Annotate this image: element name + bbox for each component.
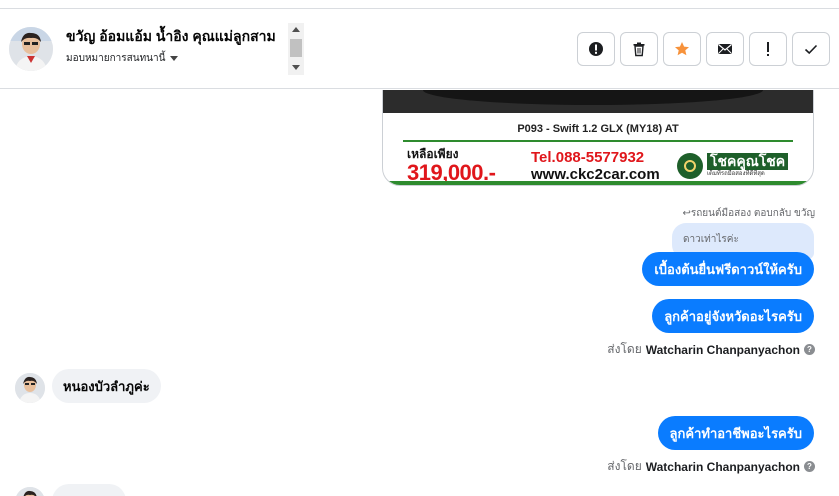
assign-conversation-dropdown[interactable]: มอบหมายการสนทนานี้ — [66, 51, 304, 66]
ad-image-attachment[interactable]: P093 - Swift 1.2 GLX (MY18) AT เหลือเพีย… — [382, 90, 814, 186]
follow-up-button[interactable] — [749, 32, 787, 66]
ad-logo: โชคคูณโชค เต็มที่รถมือสองที่ดีที่สุด — [677, 151, 789, 181]
scroll-down-arrow-icon[interactable] — [292, 65, 300, 70]
incoming-message[interactable]: หนองบัวลำภูค่ะ — [52, 369, 161, 403]
ad-brand-name: โชคคูณโชค — [707, 153, 789, 170]
contact-avatar[interactable] — [9, 27, 53, 71]
sent-by-label: ส่งโดย — [607, 342, 642, 356]
message-thread[interactable]: P093 - Swift 1.2 GLX (MY18) AT เหลือเพีย… — [0, 90, 839, 496]
ad-model-text: P093 - Swift 1.2 GLX (MY18) AT — [517, 123, 679, 135]
check-icon — [804, 44, 818, 55]
contact-avatar-small[interactable] — [15, 487, 45, 496]
spam-button[interactable] — [577, 32, 615, 66]
reply-context: ↩รถยนต์มือสอง ตอบกลับ ขวัญ — [682, 206, 815, 221]
agent-name[interactable]: Watcharin Chanpanyachon — [646, 460, 800, 474]
star-icon — [675, 42, 689, 56]
sent-by-line: ส่งโดย Watcharin Chanpanyachon ? — [607, 457, 815, 476]
header-actions — [577, 32, 830, 66]
caret-down-icon — [170, 56, 179, 61]
incoming-message-partial[interactable] — [52, 484, 126, 496]
alert-circle-icon — [589, 42, 603, 56]
ad-bottom-bar — [383, 181, 813, 185]
assign-label: มอบหมายการสนทนานี้ — [66, 53, 166, 64]
ad-divider — [403, 140, 793, 142]
ad-tagline: เต็มที่รถมือสองที่ดีที่สุด — [707, 171, 765, 177]
reply-context-label: รถยนต์มือสอง ตอบกลับ ขวัญ — [690, 208, 815, 219]
name-scrollbar[interactable] — [288, 23, 304, 75]
exclamation-icon — [767, 42, 769, 56]
envelope-icon — [718, 44, 732, 54]
mark-done-button[interactable] — [792, 32, 830, 66]
scroll-thumb[interactable] — [290, 39, 302, 57]
car-photo — [383, 90, 813, 113]
contact-info: ขวัญ อ้อมแอ้ม น้ำอิง คุณแม่ลูกสาม มอบหมา… — [66, 23, 304, 75]
ad-remain-label: เหลือเพียง — [407, 147, 459, 161]
mark-unread-button[interactable] — [706, 32, 744, 66]
delete-button[interactable] — [620, 32, 658, 66]
reply-arrow-icon: ↩ — [682, 208, 691, 219]
trash-icon — [633, 42, 645, 57]
scroll-up-arrow-icon[interactable] — [292, 27, 300, 32]
brand-emblem-icon — [677, 153, 703, 179]
star-button[interactable] — [663, 32, 701, 66]
ad-phone: Tel.088-5577932 — [531, 149, 645, 166]
conversation-header: ขวัญ อ้อมแอ้ม น้ำอิง คุณแม่ลูกสาม มอบหมา… — [0, 9, 839, 89]
ad-price-block: เหลือเพียง 319,000.- — [407, 147, 496, 185]
ad-contact-block: Tel.088-5577932 www.ckc2car.com — [531, 149, 660, 183]
help-icon[interactable]: ? — [804, 461, 815, 472]
sent-by-line: ส่งโดย Watcharin Chanpanyachon ? — [607, 340, 815, 359]
contact-name[interactable]: ขวัญ อ้อมแอ้ม น้ำอิง คุณแม่ลูกสาม — [66, 23, 304, 49]
contact-avatar-small[interactable] — [15, 373, 45, 403]
help-icon[interactable]: ? — [804, 344, 815, 355]
outgoing-message[interactable]: ลูกค้าทำอาชีพอะไรครับ — [657, 416, 814, 450]
outgoing-message[interactable]: ลูกค้าอยู่จังหวัดอะไรครับ — [652, 299, 814, 333]
sent-by-label: ส่งโดย — [607, 459, 642, 473]
outgoing-message[interactable]: เบื้องต้นยื่นฟรีดาวน์ให้ครับ — [642, 252, 814, 286]
agent-name[interactable]: Watcharin Chanpanyachon — [646, 343, 800, 357]
